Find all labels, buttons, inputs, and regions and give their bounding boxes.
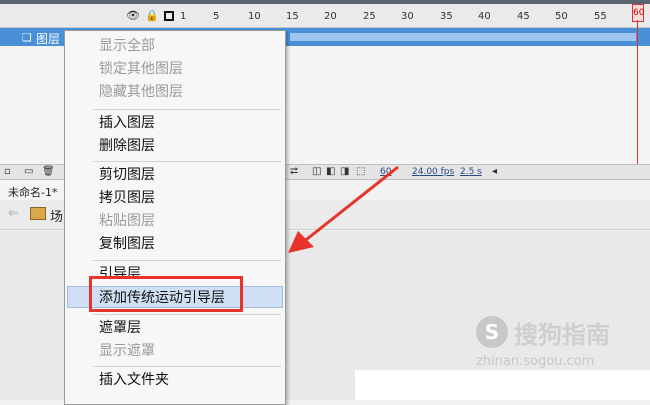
- new-layer-icon[interactable]: ▫: [4, 166, 11, 177]
- ruler-label: 5: [213, 11, 220, 22]
- menu-separator: [93, 366, 281, 367]
- annotation-arrow: [288, 165, 399, 253]
- ruler-label: 35: [440, 11, 453, 22]
- playhead-line: [637, 20, 638, 165]
- layer-icon: ❏: [22, 31, 32, 44]
- ruler-label: 50: [555, 11, 568, 22]
- menu-separator: [93, 260, 281, 261]
- frame-span[interactable]: [290, 33, 636, 41]
- ruler-label: 30: [401, 11, 414, 22]
- ruler-label: 45: [517, 11, 530, 22]
- scene-icon: [30, 207, 46, 220]
- menu-item-show-masking[interactable]: 显示遮罩: [65, 340, 285, 362]
- menu-item-insert-layer[interactable]: 插入图层: [65, 112, 285, 134]
- outline-icon[interactable]: [164, 11, 174, 21]
- layer-context-menu: 显示全部 锁定其他图层 隐藏其他图层 插入图层 删除图层 剪切图层 拷贝图层 粘…: [64, 30, 286, 405]
- eye-icon[interactable]: 👁: [126, 10, 140, 22]
- back-arrow-icon[interactable]: ⇐: [8, 206, 19, 221]
- ruler-label: 55: [594, 11, 607, 22]
- menu-item-insert-folder[interactable]: 插入文件夹: [65, 369, 285, 391]
- white-area: [355, 370, 650, 400]
- menu-item-mask[interactable]: 遮罩层: [65, 317, 285, 339]
- menu-item-cut-layer[interactable]: 剪切图层: [65, 164, 285, 186]
- ruler-label: 20: [324, 11, 337, 22]
- watermark-name: 搜狗指南: [514, 321, 610, 349]
- scroll-left-icon[interactable]: ◂: [492, 166, 497, 177]
- ruler-label: 10: [248, 11, 261, 22]
- menu-item-duplicate-layer[interactable]: 复制图层: [65, 233, 285, 255]
- elapsed-time[interactable]: 2.5 s: [460, 167, 482, 177]
- ruler-label: 25: [363, 11, 376, 22]
- playhead[interactable]: 60: [632, 4, 644, 22]
- menu-item-paste-layer[interactable]: 粘贴图层: [65, 210, 285, 232]
- ruler-label: 15: [286, 11, 299, 22]
- menu-item-lock-others[interactable]: 锁定其他图层: [65, 58, 285, 80]
- new-folder-icon[interactable]: ▭: [24, 166, 33, 177]
- lock-icon[interactable]: 🔒: [145, 10, 159, 22]
- menu-separator: [93, 109, 281, 110]
- menu-item-hide-others[interactable]: 隐藏其他图层: [65, 81, 285, 103]
- menu-item-show-all[interactable]: 显示全部: [65, 35, 285, 57]
- document-tab-label: 未命名-1*: [8, 186, 58, 199]
- scene-label[interactable]: 场: [50, 206, 63, 225]
- ruler-label: 40: [478, 11, 491, 22]
- menu-item-copy-layer[interactable]: 拷贝图层: [65, 187, 285, 209]
- watermark-url: zhinan.sogou.com: [476, 354, 595, 369]
- layer-name[interactable]: 图层: [36, 30, 60, 47]
- watermark-logo-icon: S: [476, 316, 508, 348]
- frame-rate[interactable]: 24.00 fps: [412, 167, 454, 177]
- document-tab[interactable]: 未命名-1*: [0, 180, 70, 200]
- delete-icon[interactable]: 🗑: [42, 166, 55, 177]
- timeline-header: 👁 🔒 1 5 10 15 20 25 30 35 40 45 50 55: [0, 4, 650, 28]
- menu-separator: [93, 314, 281, 315]
- annotation-highlight-box: [89, 276, 243, 312]
- ruler-label: 1: [180, 11, 187, 22]
- menu-separator: [93, 161, 281, 162]
- menu-item-delete-layer[interactable]: 删除图层: [65, 135, 285, 157]
